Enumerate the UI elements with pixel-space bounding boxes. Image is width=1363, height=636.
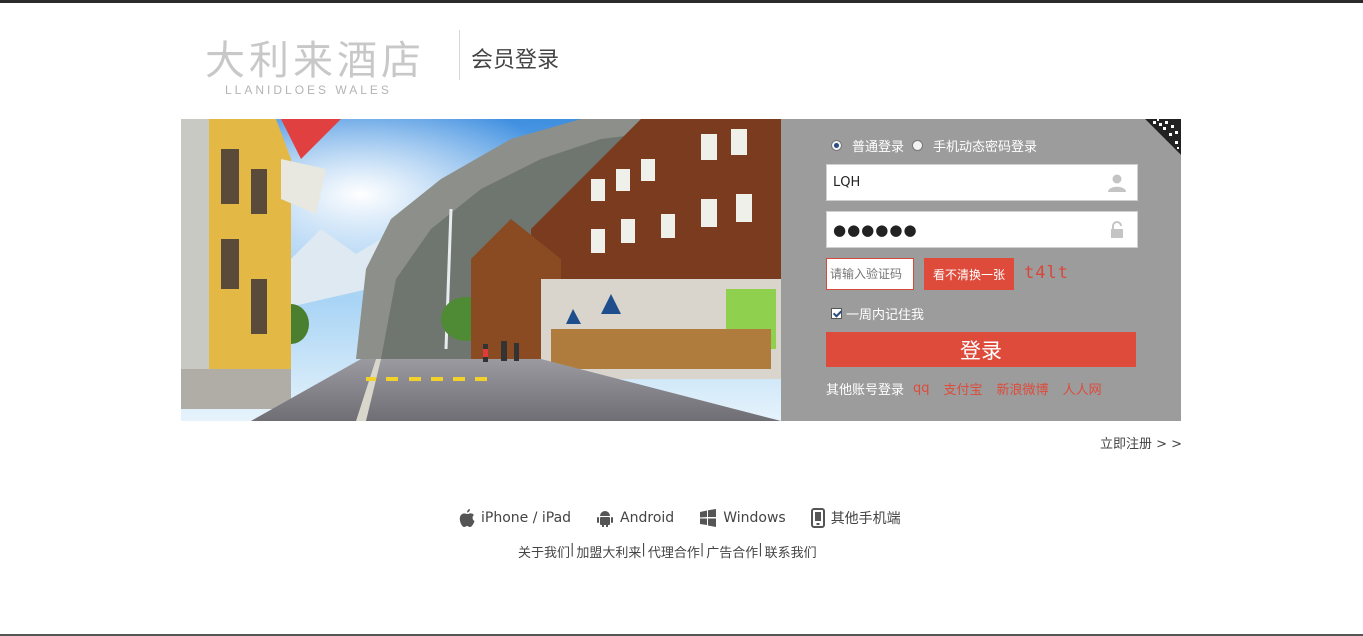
footer-separator: | bbox=[641, 542, 646, 557]
qq-login-link[interactable]: qq bbox=[913, 381, 930, 396]
header-divider bbox=[459, 30, 460, 80]
other-login-label: 其他账号登录 bbox=[826, 383, 905, 398]
radio-normal-login[interactable] bbox=[831, 140, 842, 151]
login-mode-selector: 普通登录 手机动态密码登录 bbox=[831, 136, 1045, 155]
weibo-login-link[interactable]: 新浪微博 bbox=[997, 379, 1049, 398]
app-windows[interactable]: Windows bbox=[698, 508, 786, 528]
footer-links: 关于我们 | 加盟大利来 | 代理合作 | 广告合作 | 联系我们 bbox=[518, 542, 817, 561]
captcha-image[interactable]: t4lt bbox=[1024, 263, 1069, 283]
footer-link-contact[interactable]: 联系我们 bbox=[765, 542, 817, 561]
footer-link-about[interactable]: 关于我们 bbox=[518, 542, 570, 561]
app-android-label: Android bbox=[620, 510, 675, 526]
radio-mobile-otp-login[interactable] bbox=[912, 140, 924, 151]
footer-separator: | bbox=[758, 542, 763, 557]
captcha-refresh-button[interactable]: 看不清换一张 bbox=[924, 258, 1014, 290]
top-border bbox=[0, 0, 1363, 3]
password-input[interactable] bbox=[827, 212, 1097, 247]
footer-separator: | bbox=[570, 542, 575, 557]
footer-link-agency[interactable]: 代理合作 bbox=[648, 542, 700, 561]
mode-normal-login[interactable]: 普通登录 bbox=[831, 136, 904, 155]
footer-link-advertising[interactable]: 广告合作 bbox=[706, 542, 758, 561]
lock-icon bbox=[1111, 221, 1123, 238]
app-other-mobile-label: 其他手机端 bbox=[830, 511, 901, 527]
login-panel: 普通登录 手机动态密码登录 看不清换一张 t4lt 一周内记住我 登录 其他账号… bbox=[781, 119, 1181, 421]
app-iphone-ipad[interactable]: iPhone / iPad bbox=[458, 508, 571, 528]
renren-login-link[interactable]: 人人网 bbox=[1063, 379, 1102, 398]
alipay-login-link[interactable]: 支付宝 bbox=[944, 379, 983, 398]
apple-icon bbox=[459, 509, 475, 527]
footer-link-franchise[interactable]: 加盟大利来 bbox=[576, 542, 641, 561]
android-icon bbox=[597, 511, 614, 527]
other-login-row: 其他账号登录 qq 支付宝 新浪微博 人人网 bbox=[826, 379, 1116, 398]
footer-separator: | bbox=[699, 542, 705, 557]
hotel-logo[interactable]: 大利来酒店 LLANIDLOES WALES bbox=[205, 28, 425, 100]
username-input[interactable] bbox=[827, 165, 1097, 200]
qr-code-icon[interactable] bbox=[1145, 119, 1181, 155]
user-icon bbox=[1108, 174, 1126, 192]
mode-mobile-otp-label: 手机动态密码登录 bbox=[933, 140, 1038, 155]
remember-me-checkbox[interactable] bbox=[831, 308, 842, 319]
mode-mobile-otp-login[interactable]: 手机动态密码登录 bbox=[912, 136, 1037, 155]
mode-normal-label: 普通登录 bbox=[852, 140, 905, 155]
logo-chinese-name: 大利来酒店 bbox=[205, 38, 425, 84]
app-downloads: iPhone / iPad Android Windows 其他手机端 bbox=[458, 508, 901, 528]
captcha-input[interactable] bbox=[826, 258, 914, 290]
login-button[interactable]: 登录 bbox=[826, 332, 1136, 367]
windows-icon bbox=[700, 509, 717, 527]
page-title: 会员登录 bbox=[471, 48, 560, 73]
app-other-mobile[interactable]: 其他手机端 bbox=[810, 508, 901, 528]
password-field-wrapper bbox=[826, 211, 1138, 248]
remember-me-label: 一周内记住我 bbox=[846, 308, 925, 323]
app-iphone-ipad-label: iPhone / iPad bbox=[481, 510, 572, 526]
remember-me[interactable]: 一周内记住我 bbox=[831, 304, 924, 323]
mobile-phone-icon bbox=[810, 508, 825, 528]
hero-image bbox=[181, 119, 781, 421]
register-link[interactable]: 立即注册 > > bbox=[1100, 433, 1182, 452]
username-field-wrapper bbox=[826, 164, 1138, 201]
logo-english-name: LLANIDLOES WALES bbox=[225, 83, 392, 97]
app-android[interactable]: Android bbox=[595, 508, 674, 528]
app-windows-label: Windows bbox=[723, 510, 786, 526]
